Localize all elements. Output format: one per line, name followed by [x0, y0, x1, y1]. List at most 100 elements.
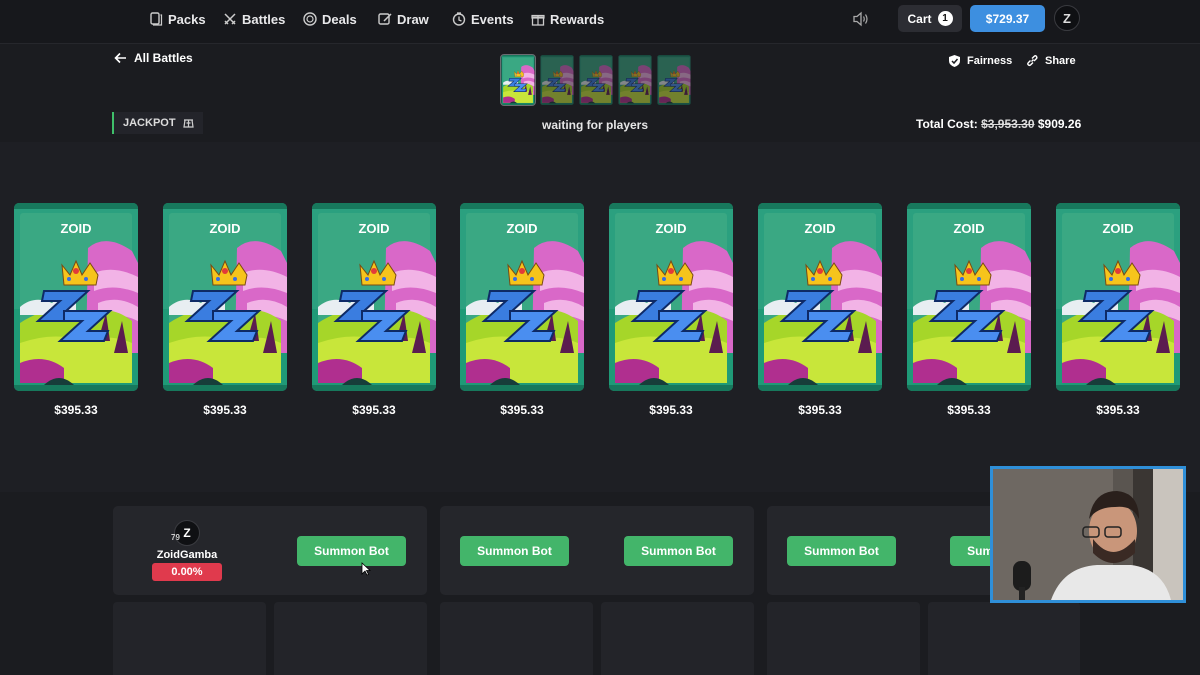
nav-battles-label: Battles [242, 11, 286, 27]
pack-price: $395.33 [1096, 403, 1140, 417]
nav-events-label: Events [471, 11, 514, 27]
total-cost-original: $3,953.30 [981, 117, 1035, 131]
pack-thumbnail[interactable] [579, 55, 613, 105]
player-avatar: Z 79 [171, 520, 200, 546]
pack-thumbnail-strip [500, 54, 691, 106]
nav-packs-label: Packs [168, 11, 206, 27]
top-navigation: Packs Battles Deals Draw Events Rewards … [0, 0, 1200, 44]
nav-packs[interactable]: Packs [149, 10, 206, 28]
pack-image: ZOID [312, 203, 436, 391]
player-level: 79 [171, 533, 180, 542]
pack-image: ZOID [609, 203, 733, 391]
back-to-battles-link[interactable]: All Battles [114, 51, 193, 65]
pack-card[interactable]: ZOID $395.33 [14, 203, 138, 417]
pack-price: $395.33 [352, 403, 396, 417]
item-slot [601, 602, 754, 675]
draw-icon [378, 13, 392, 25]
webcam-feed [993, 469, 1183, 600]
fairness-link[interactable]: Fairness [948, 54, 1012, 68]
pack-thumbnail[interactable] [618, 55, 652, 105]
jackpot-mode-badge: JACKPOT [112, 112, 203, 134]
pack-price: $395.33 [798, 403, 842, 417]
pack-title: ZOID [655, 221, 687, 236]
swords-icon [224, 13, 236, 25]
total-cost-label: Total Cost: [916, 117, 978, 131]
pack-title: ZOID [209, 221, 241, 236]
arrow-left-icon [114, 52, 126, 64]
shield-icon [949, 55, 960, 67]
pack-title: ZOID [804, 221, 836, 236]
gift-icon [531, 14, 545, 26]
pack-image: ZOID [460, 203, 584, 391]
pack-card[interactable]: ZOID $395.33 [460, 203, 584, 417]
pack-title: ZOID [60, 221, 92, 236]
pack-title: ZOID [506, 221, 538, 236]
pack-price: $395.33 [203, 403, 247, 417]
webcam-overlay [990, 466, 1186, 603]
nav-draw[interactable]: Draw [378, 10, 429, 28]
pack-title: ZOID [953, 221, 985, 236]
pack-title: ZOID [1102, 221, 1134, 236]
nav-deals-label: Deals [322, 11, 357, 27]
cart-count-badge: 1 [937, 11, 953, 26]
mode-label: JACKPOT [123, 117, 176, 129]
share-link[interactable]: Share [1026, 54, 1076, 67]
pack-card[interactable]: ZOID $395.33 [312, 203, 436, 417]
pack-image: ZOID [758, 203, 882, 391]
nav-deals[interactable]: Deals [303, 10, 357, 28]
pack-price: $395.33 [54, 403, 98, 417]
player-percent-badge: 0.00% [152, 563, 222, 581]
pack-image: ZOID [1056, 203, 1180, 391]
deals-icon [303, 12, 317, 26]
player-name: ZoidGamba [156, 549, 218, 561]
pack-rail: ZOID $395.33 ZOID $395.33 ZOID $395.33 Z… [0, 142, 1200, 492]
total-cost: Total Cost: $3,953.30 $909.26 [916, 117, 1081, 131]
user-avatar[interactable]: Z [1054, 5, 1080, 31]
pack-image: ZOID [14, 203, 138, 391]
pack-image: ZOID [163, 203, 287, 391]
summon-bot-button[interactable]: Summon Bot [787, 536, 896, 566]
pack-thumbnail[interactable] [540, 55, 574, 105]
pack-image: ZOID [907, 203, 1031, 391]
nav-rewards[interactable]: Rewards [531, 10, 604, 28]
summon-bot-button[interactable]: Summon Bot [297, 536, 406, 566]
item-slot [928, 602, 1080, 675]
pack-thumbnail[interactable] [657, 55, 691, 105]
item-slot [767, 602, 920, 675]
item-slot [440, 602, 593, 675]
pack-thumbnail[interactable] [500, 54, 536, 106]
pack-card[interactable]: ZOID $395.33 [907, 203, 1031, 417]
pack-card[interactable]: ZOID $395.33 [609, 203, 733, 417]
player-card[interactable]: Z 79 ZoidGamba 0.00% [150, 520, 224, 581]
packs-icon [150, 12, 163, 26]
balance-button[interactable]: $729.37 [970, 5, 1045, 32]
pack-price: $395.33 [947, 403, 991, 417]
pack-price: $395.33 [649, 403, 693, 417]
nav-draw-label: Draw [397, 11, 429, 27]
volume-icon[interactable] [852, 11, 870, 27]
nav-rewards-label: Rewards [550, 11, 605, 27]
events-icon [452, 12, 466, 26]
total-cost-discounted: $909.26 [1037, 117, 1082, 131]
item-slot [113, 602, 266, 675]
summon-bot-button[interactable]: Summon Bot [460, 536, 569, 566]
mouse-cursor-icon [361, 562, 371, 576]
battle-header: All Battles Fairness Share JACKPOT waiti… [0, 45, 1200, 142]
cart-label: Cart [907, 11, 932, 26]
item-slot [274, 602, 427, 675]
pack-card[interactable]: ZOID $395.33 [163, 203, 287, 417]
pack-card[interactable]: ZOID $395.33 [758, 203, 882, 417]
back-label: All Battles [134, 51, 193, 65]
pack-card[interactable]: ZOID $395.33 [1056, 203, 1180, 417]
share-label: Share [1045, 54, 1076, 67]
nav-events[interactable]: Events [452, 10, 514, 28]
battle-status: waiting for players [541, 118, 649, 132]
player-avatar-letter: Z [183, 526, 191, 540]
link-icon [1027, 55, 1038, 67]
nav-battles[interactable]: Battles [223, 10, 285, 28]
cart-button[interactable]: Cart 1 [898, 5, 962, 32]
fairness-label: Fairness [967, 55, 1013, 67]
pack-title: ZOID [358, 221, 390, 236]
summon-bot-button[interactable]: Summon Bot [624, 536, 733, 566]
jackpot-icon [182, 119, 194, 128]
